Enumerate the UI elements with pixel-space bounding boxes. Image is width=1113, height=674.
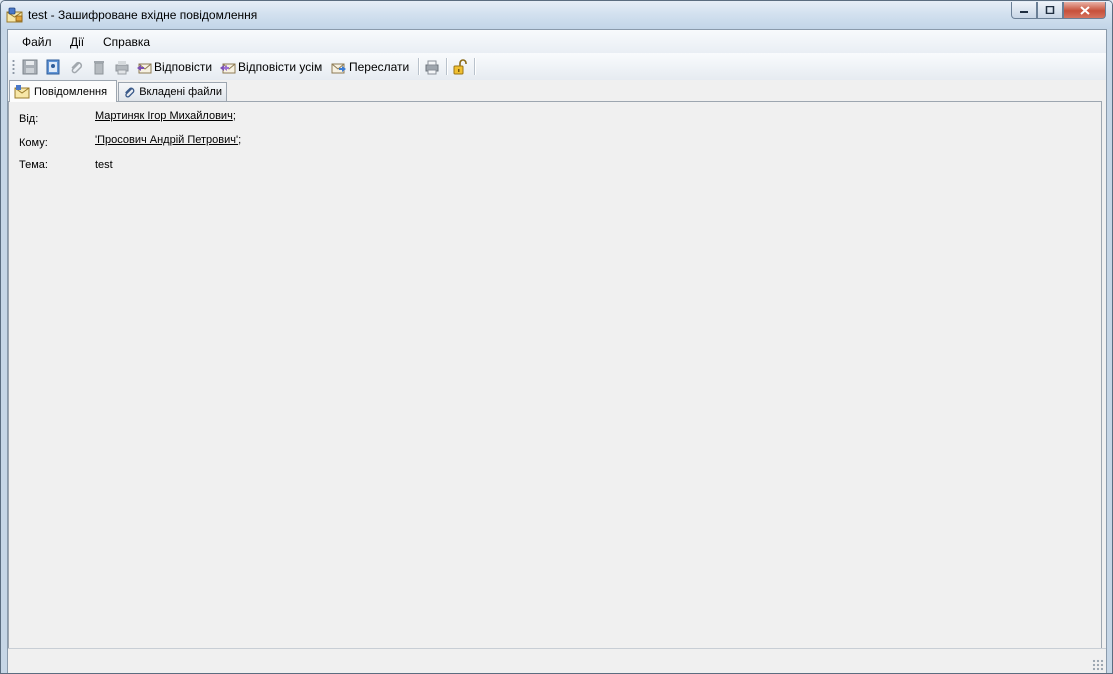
reply-icon bbox=[137, 63, 152, 73]
unlock-icon bbox=[453, 58, 467, 74]
minimize-button[interactable] bbox=[1011, 2, 1037, 19]
delete-button[interactable] bbox=[91, 57, 107, 76]
mail-window: test - Зашифроване вхідне повідомлення Ф… bbox=[0, 0, 1113, 674]
to-suffix: ; bbox=[238, 134, 242, 146]
tab-attachments[interactable]: Вкладені файли bbox=[118, 82, 227, 101]
tab-strip: Повідомлення Вкладені файли bbox=[8, 80, 1106, 102]
title-bar[interactable]: test - Зашифроване вхідне повідомлення bbox=[1, 1, 1112, 29]
tab-message-label: Повідомлення bbox=[34, 85, 108, 98]
print-button[interactable] bbox=[424, 57, 440, 76]
subject-value: test bbox=[95, 159, 113, 171]
minimize-icon bbox=[1020, 11, 1028, 13]
decrypt-button[interactable] bbox=[452, 57, 468, 76]
close-button[interactable] bbox=[1063, 2, 1106, 19]
from-value: Мартиняк Ігор Михайлович; bbox=[95, 110, 236, 122]
reply-button[interactable]: Відповісти bbox=[136, 57, 212, 76]
menu-file[interactable]: Файл bbox=[22, 35, 52, 49]
reply-label: Відповісти bbox=[154, 59, 213, 74]
save-button[interactable] bbox=[22, 57, 38, 76]
toolbar-separator bbox=[474, 58, 476, 75]
print-icon bbox=[425, 60, 439, 74]
from-suffix: ; bbox=[232, 110, 236, 122]
client-area: Файл Дії Справка Відповісти Відповісти у… bbox=[7, 29, 1107, 673]
toolbar-separator bbox=[418, 58, 420, 75]
status-bar bbox=[8, 648, 1106, 673]
save-icon bbox=[22, 59, 38, 74]
reply-all-icon bbox=[220, 63, 236, 73]
to-label: Кому: bbox=[19, 137, 48, 149]
reply-all-label: Відповісти усім bbox=[238, 59, 323, 74]
address-book-button[interactable] bbox=[45, 57, 61, 76]
message-panel: Від: Мартиняк Ігор Михайлович; Кому: 'Пр… bbox=[8, 101, 1102, 650]
tab-attachments-label: Вкладені файли bbox=[139, 86, 222, 98]
attach-icon bbox=[71, 61, 83, 73]
close-icon bbox=[1079, 5, 1090, 15]
tab-message[interactable]: Повідомлення bbox=[9, 80, 117, 102]
toolbar: Відповісти Відповісти усім Переслати bbox=[8, 53, 1106, 80]
menu-actions[interactable]: Дії bbox=[70, 35, 84, 49]
reply-all-button[interactable]: Відповісти усім bbox=[220, 57, 322, 76]
toolbar-grip[interactable] bbox=[12, 59, 15, 74]
address-book-icon bbox=[46, 59, 60, 74]
toolbar-separator bbox=[446, 58, 448, 75]
subject-label: Тема: bbox=[19, 159, 48, 171]
paperclip-icon bbox=[125, 87, 135, 98]
delete-icon bbox=[94, 60, 104, 74]
print-preview-button[interactable] bbox=[114, 57, 130, 76]
from-label: Від: bbox=[19, 113, 39, 125]
attach-button[interactable] bbox=[68, 57, 84, 76]
forward-button[interactable]: Переслати bbox=[331, 57, 409, 76]
forward-label: Переслати bbox=[349, 59, 410, 74]
to-value: 'Просович Андрій Петрович'; bbox=[95, 134, 241, 146]
window-title: test - Зашифроване вхідне повідомлення bbox=[28, 8, 258, 22]
maximize-button[interactable] bbox=[1037, 2, 1063, 19]
window-controls bbox=[1011, 2, 1106, 19]
to-link[interactable]: 'Просович Андрій Петрович' bbox=[95, 134, 238, 146]
encrypted-message-icon bbox=[6, 7, 23, 23]
message-tab-icon bbox=[14, 84, 30, 98]
menu-help[interactable]: Справка bbox=[103, 35, 150, 49]
from-link[interactable]: Мартиняк Ігор Михайлович bbox=[95, 110, 233, 122]
forward-icon bbox=[331, 63, 346, 73]
maximize-icon bbox=[1045, 6, 1055, 14]
menu-bar: Файл Дії Справка bbox=[8, 30, 1106, 53]
print-preview-icon bbox=[115, 60, 129, 74]
resize-grip[interactable] bbox=[1092, 659, 1104, 671]
